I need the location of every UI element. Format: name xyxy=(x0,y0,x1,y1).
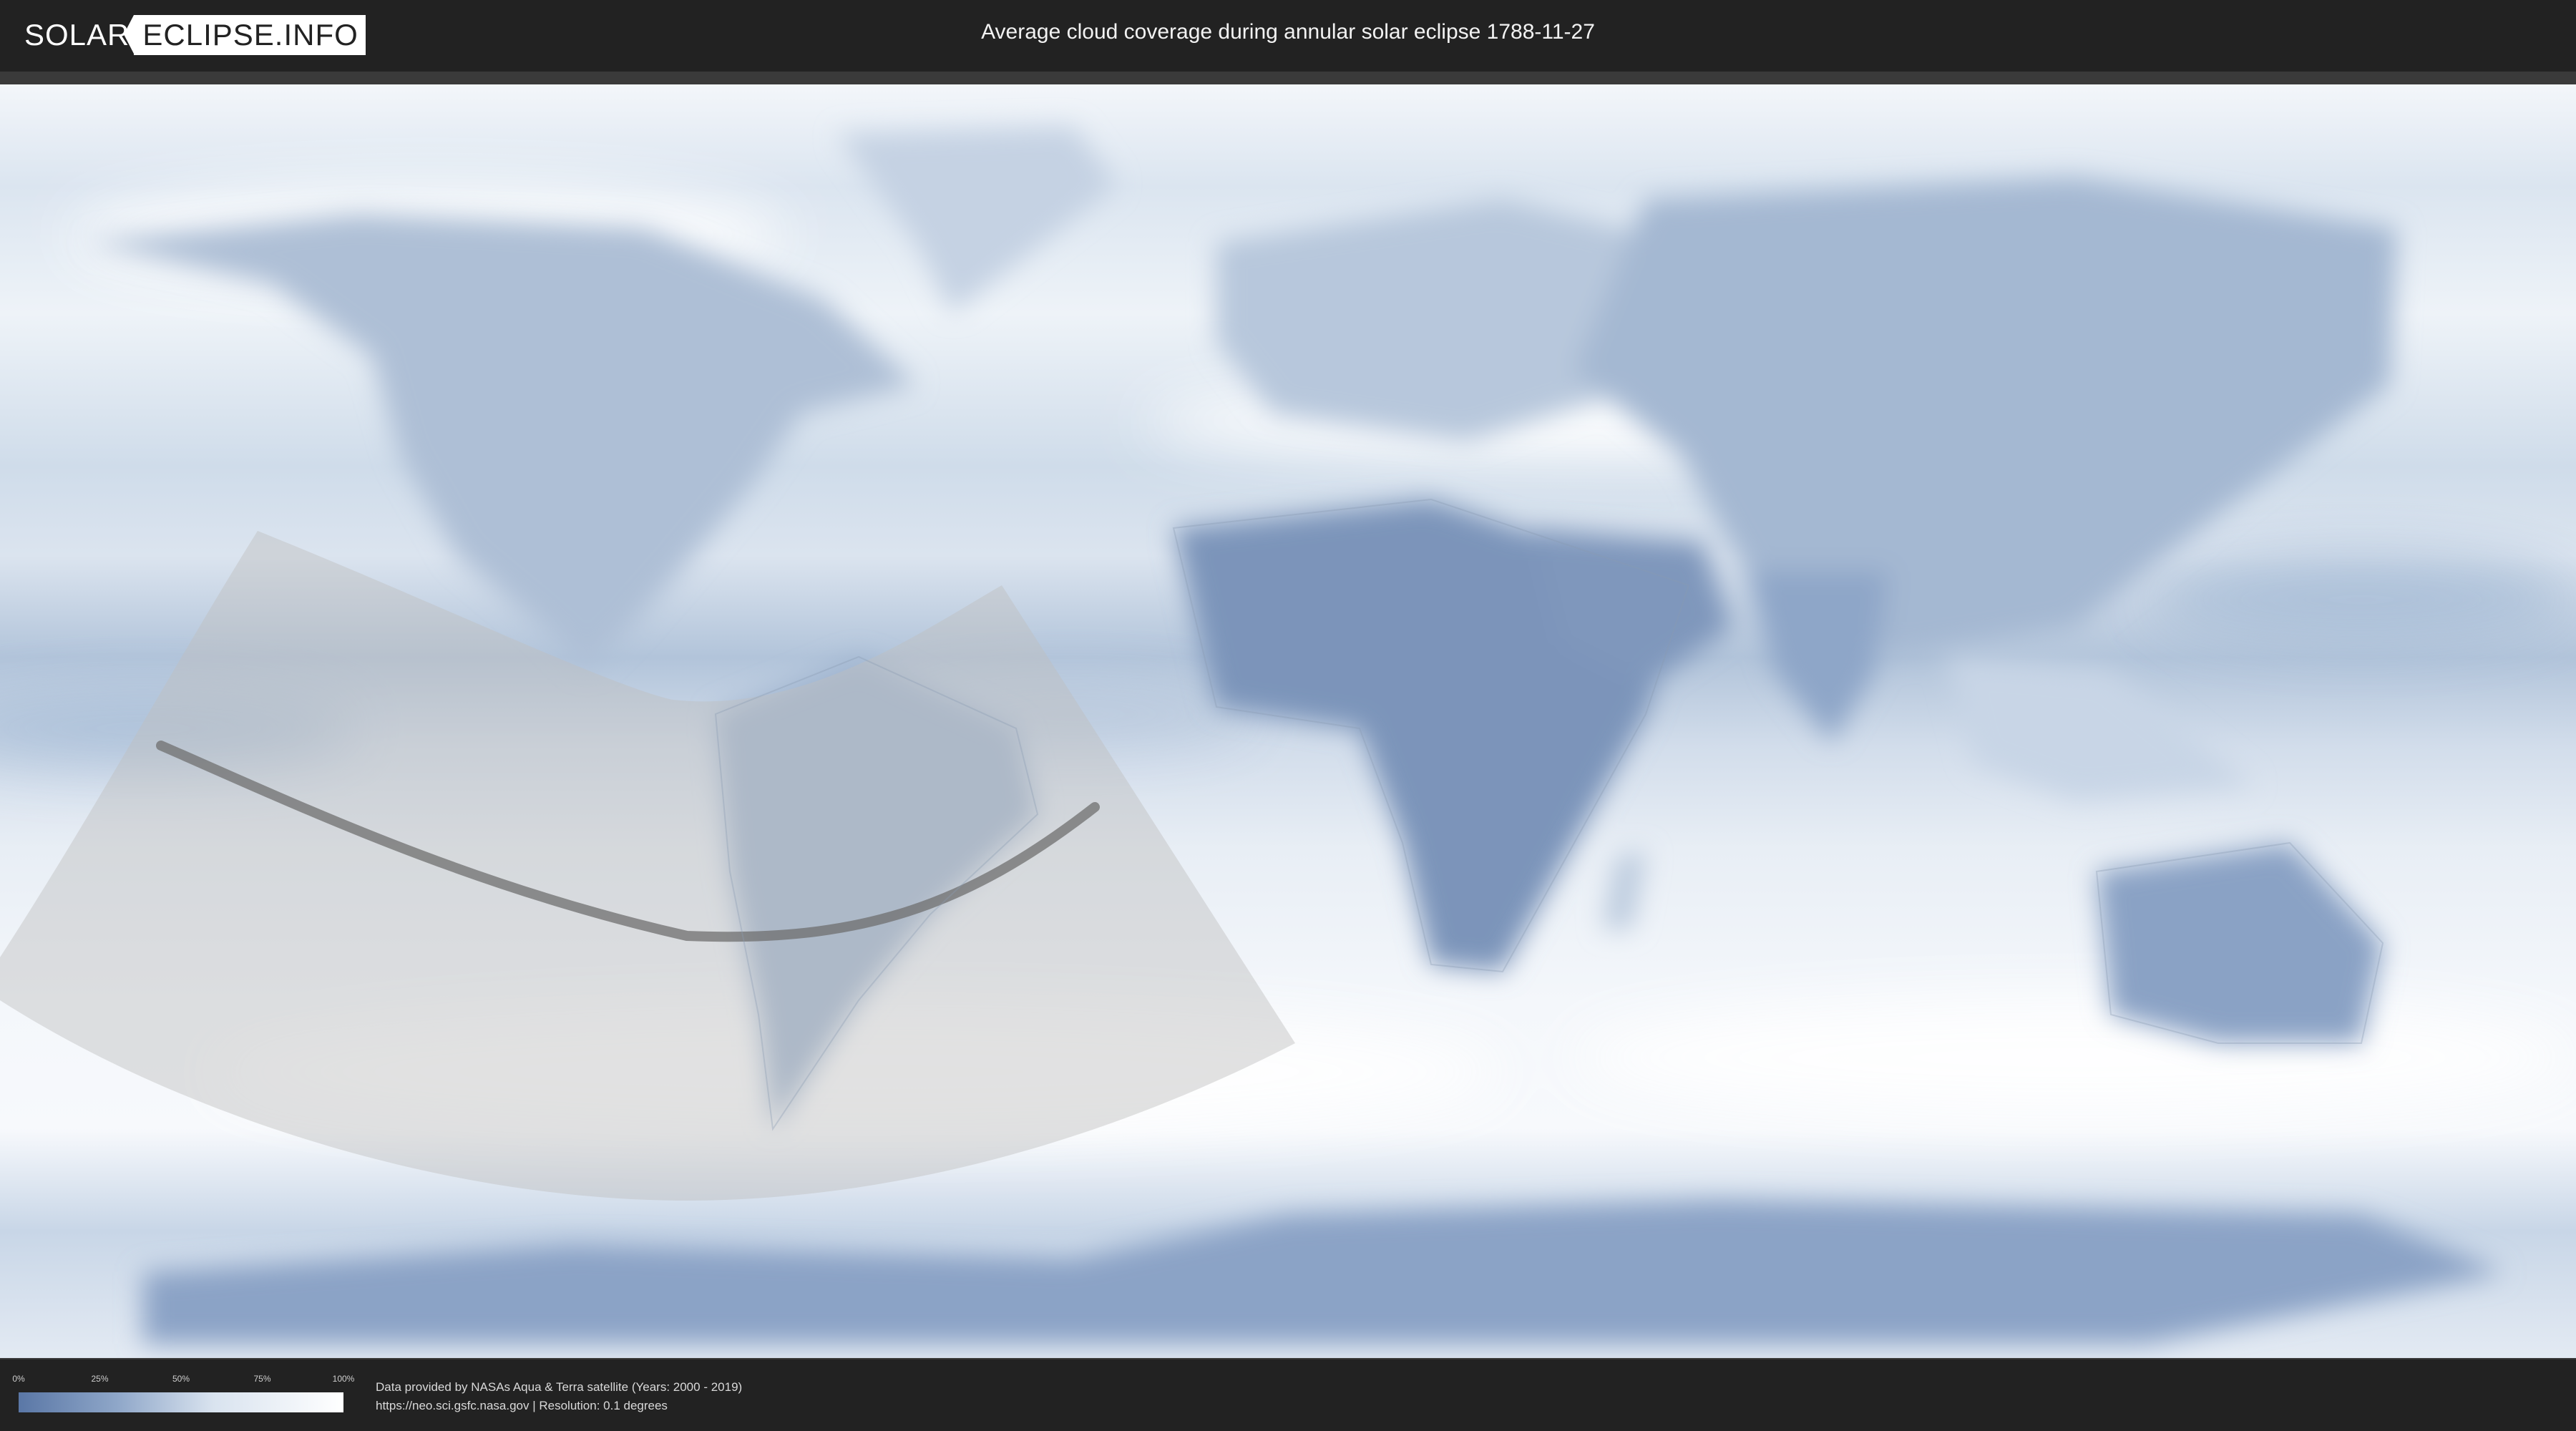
legend-tick-75: 75% xyxy=(253,1374,271,1384)
cloud-coverage-map[interactable] xyxy=(0,84,2576,1358)
cloud-coverage-legend: 0% 25% 50% 75% 100% xyxy=(12,1374,354,1412)
legend-tick-25: 25% xyxy=(91,1374,109,1384)
legend-gradient-bar xyxy=(19,1392,343,1412)
credit-line-2: https://neo.sci.gsfc.nasa.gov | Resoluti… xyxy=(376,1399,668,1412)
legend-tick-0: 0% xyxy=(12,1374,25,1384)
header-bar: SOLAR ECLIPSE.INFO Average cloud coverag… xyxy=(0,0,2576,72)
page-title: Average cloud coverage during annular so… xyxy=(0,20,2576,44)
legend-tick-100: 100% xyxy=(332,1374,355,1384)
legend-ticks: 0% 25% 50% 75% 100% xyxy=(12,1374,354,1385)
data-credits: Data provided by NASAs Aqua & Terra sate… xyxy=(376,1378,742,1415)
page-title-text: Average cloud coverage during annular so… xyxy=(981,20,1595,44)
legend-tick-50: 50% xyxy=(172,1374,190,1384)
credit-line-1: Data provided by NASAs Aqua & Terra sate… xyxy=(376,1380,743,1394)
